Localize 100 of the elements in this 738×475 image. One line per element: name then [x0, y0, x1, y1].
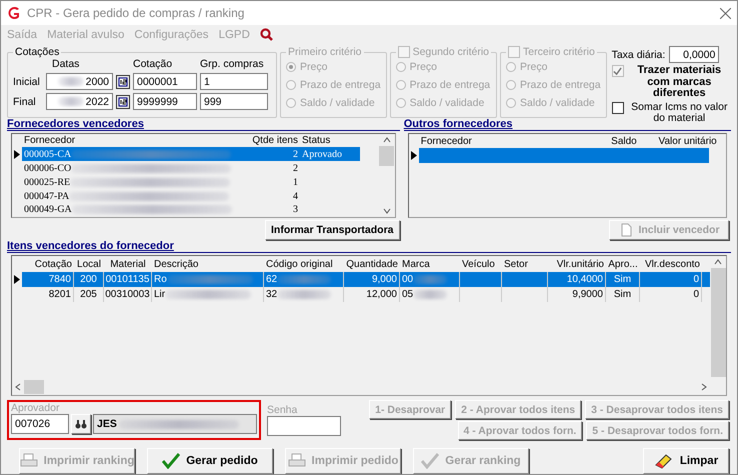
group-title: Cotações	[15, 46, 60, 58]
binoculars-button[interactable]	[71, 414, 91, 434]
row-label: Final	[13, 96, 37, 108]
scroll-left-icon[interactable]	[14, 383, 22, 391]
group-title: Primeiro critério	[288, 46, 362, 58]
group-field[interactable]: 1	[200, 73, 268, 90]
cotacao-field[interactable]: 9999999	[133, 93, 197, 110]
radio-button[interactable]	[396, 62, 406, 72]
scrollbar-thumb[interactable]	[24, 380, 44, 394]
table-cell: 9,000	[344, 272, 400, 287]
radio-label: Prazo de entrega	[300, 79, 381, 91]
group-field[interactable]: 999	[200, 93, 268, 110]
scrollbar-thumb[interactable]	[379, 146, 394, 166]
password-field[interactable]	[267, 416, 341, 436]
table-cell: 10,4000	[548, 272, 606, 287]
table-cell: 8201	[22, 287, 74, 302]
table-cell: Sim	[606, 272, 640, 287]
check-icon	[162, 453, 180, 469]
table-cell[interactable]: 000047-PA	[22, 189, 244, 203]
radio-button[interactable]	[506, 80, 516, 90]
radio-label: Preço	[300, 61, 328, 73]
field-label: Senha	[267, 404, 298, 416]
column-header: Valor unitário	[658, 134, 718, 148]
table-cell-text: 3	[292, 203, 299, 217]
table-row[interactable]: 8201 205 00310003 Lir 32 12,000 05 9,9000 Sim 0	[12, 287, 710, 302]
table-cell: 32	[264, 287, 344, 302]
date-field[interactable]: 2000	[46, 73, 113, 90]
table-cell: 00310003	[104, 287, 152, 302]
transport-button[interactable]: Informar Transportadora	[265, 220, 400, 240]
column-header: Vlr.desconto	[644, 258, 701, 272]
column-header: Qtde itens	[251, 134, 299, 148]
table-cell: 00	[400, 272, 460, 287]
column-header: Datas	[51, 58, 80, 70]
table-row[interactable]	[418, 148, 709, 163]
table-cell: 0	[640, 287, 702, 302]
column-header: Status	[301, 134, 332, 148]
footer-button[interactable]: Limpar	[643, 448, 729, 474]
check-icon	[613, 66, 622, 76]
column-header: Vlr.unitário	[556, 258, 605, 272]
table-cell: 2	[244, 147, 300, 162]
field-label: Taxa diária:	[612, 48, 666, 60]
radio-label: Prazo de entrega	[520, 79, 601, 91]
radio-button[interactable]	[286, 62, 296, 72]
table-cell: 62	[264, 272, 344, 287]
scroll-up-icon[interactable]	[714, 258, 722, 266]
scroll-down-icon[interactable]	[382, 207, 391, 215]
column-header: Marca	[401, 258, 431, 272]
date-field[interactable]: 2022	[46, 93, 113, 110]
table-cell: Aprovado	[300, 147, 360, 162]
column-header: Fornecedor	[420, 134, 473, 148]
radio-label: Preço	[520, 61, 548, 73]
table-cell: 0	[640, 272, 702, 287]
radio-button[interactable]	[286, 80, 296, 90]
table-cell-text: 4	[292, 190, 299, 203]
calendar-icon[interactable]	[116, 74, 130, 88]
table-cell[interactable]: 000049-GA	[22, 203, 244, 217]
footer-button[interactable]: Gerar pedido	[147, 448, 273, 474]
column-header: Apro...	[607, 258, 639, 272]
table-cell: 00101135	[104, 272, 152, 287]
table-cell[interactable]: 000025-RE	[22, 175, 244, 190]
table-cell: Sim	[606, 287, 640, 302]
radio-button[interactable]	[506, 98, 516, 108]
table-row[interactable]: 7840 200 00101135 Ro 62 9,000 00 10,4000 Sim 0	[12, 272, 710, 287]
cotacao-field[interactable]: 0000001	[133, 73, 197, 90]
radio-button[interactable]	[286, 98, 296, 108]
radio-button[interactable]	[506, 62, 516, 72]
window-title: CPR - Gera pedido de compras / ranking	[27, 6, 246, 20]
scroll-right-icon[interactable]	[700, 383, 708, 391]
rate-field[interactable]: 0,0000	[669, 46, 720, 63]
row-pointer-icon	[14, 275, 20, 284]
radio-button[interactable]	[396, 98, 406, 108]
eraser-icon	[654, 453, 674, 469]
column-header: Veículo	[461, 258, 496, 272]
table-cell[interactable]: 000005-CA	[22, 147, 244, 162]
scroll-up-icon[interactable]	[382, 136, 391, 144]
radio-label: Preço	[410, 61, 437, 73]
approver-code-field[interactable]: 007026	[11, 414, 69, 434]
column-header: Local	[76, 258, 102, 272]
radio-label: Saldo / validade	[410, 97, 484, 109]
column-header: Descrição	[153, 258, 200, 272]
search-icon[interactable]	[260, 28, 273, 41]
printer-icon	[288, 453, 306, 469]
column-header: Saldo	[610, 134, 638, 148]
checkbox[interactable]	[612, 102, 624, 114]
column-header: Setor	[503, 258, 529, 272]
radio-label: Prazo de entrega	[410, 79, 490, 91]
checkbox[interactable]	[508, 46, 520, 58]
table-cell-text: 1	[292, 176, 299, 190]
radio-button[interactable]	[396, 80, 406, 90]
checkbox[interactable]	[398, 46, 410, 58]
close-icon[interactable]	[720, 8, 731, 18]
calendar-icon[interactable]	[116, 94, 130, 108]
table-cell[interactable]: 000006-CO	[22, 161, 244, 176]
scrollbar[interactable]	[378, 134, 395, 217]
column-header: Cotação	[34, 258, 73, 272]
table-cell: 200	[74, 272, 104, 287]
scrollbar-thumb[interactable]	[710, 268, 726, 377]
row-label: Inicial	[13, 76, 41, 88]
row-pointer-icon	[410, 151, 417, 160]
table-cell: Lir	[152, 287, 264, 302]
